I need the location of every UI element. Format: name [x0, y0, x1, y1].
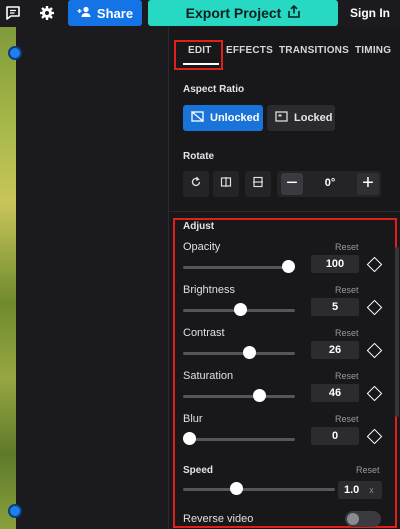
opacity-slider-track[interactable]: [183, 266, 295, 269]
unlocked-button[interactable]: Unlocked: [183, 105, 263, 131]
panel-tabs: EDIT EFFECTS TRANSITIONS TIMING: [169, 27, 400, 70]
flip-horizontal-button[interactable]: [213, 171, 239, 197]
chat-icon[interactable]: [4, 4, 22, 22]
speed-unit: x: [369, 485, 374, 495]
adjust-title: Adjust: [183, 221, 215, 232]
speed-value: 1.0: [344, 484, 360, 496]
lock-ratio-icon: [275, 111, 288, 125]
canvas-background: [16, 27, 168, 529]
speed-slider-track[interactable]: [183, 488, 335, 491]
reverse-video-label: Reverse video: [183, 513, 254, 525]
rotation-value[interactable]: 0°: [317, 177, 343, 189]
flip-vertical-icon: [252, 175, 264, 193]
brightness-reset-button[interactable]: Reset: [335, 285, 359, 295]
rotate-icon: [190, 175, 202, 193]
blur-label: Blur: [183, 413, 203, 425]
opacity-reset-button[interactable]: Reset: [335, 242, 359, 252]
panel-scrollbar[interactable]: [395, 247, 399, 417]
saturation-label: Saturation: [183, 370, 234, 382]
blur-value-input[interactable]: 0: [311, 427, 359, 445]
brightness-value-input[interactable]: 5: [311, 298, 359, 316]
flip-horizontal-icon: [220, 175, 232, 193]
rotate-increase-button[interactable]: +: [355, 171, 381, 197]
locked-label: Locked: [294, 112, 333, 124]
unlock-icon: [191, 111, 204, 125]
contrast-reset-button[interactable]: Reset: [335, 328, 359, 338]
resize-handle-top[interactable]: [8, 46, 22, 60]
reverse-video-toggle[interactable]: [345, 511, 381, 527]
flip-vertical-button[interactable]: [245, 171, 271, 197]
section-divider: [169, 211, 400, 212]
video-canvas[interactable]: [0, 27, 16, 529]
locked-button[interactable]: Locked: [267, 105, 335, 131]
rotation-stepper: − 0° +: [277, 171, 381, 197]
opacity-slider-knob[interactable]: [282, 260, 295, 273]
opacity-value-input[interactable]: 100: [311, 255, 359, 273]
export-project-button[interactable]: Export Project: [148, 0, 338, 26]
tab-timing[interactable]: TIMING: [355, 45, 391, 56]
blur-slider-knob[interactable]: [183, 432, 196, 445]
rotate-decrease-button[interactable]: −: [279, 171, 305, 197]
rotate-title: Rotate: [183, 151, 215, 162]
contrast-value-input[interactable]: 26: [311, 341, 359, 359]
contrast-slider-track[interactable]: [183, 352, 295, 355]
aspect-ratio-title: Aspect Ratio: [183, 84, 245, 95]
contrast-label: Contrast: [183, 327, 225, 339]
toggle-knob: [347, 513, 359, 525]
opacity-label: Opacity: [183, 241, 221, 253]
share-out-icon: [288, 4, 301, 21]
top-bar: Share Export Project Sign In: [0, 0, 400, 27]
gear-icon[interactable]: [38, 4, 56, 22]
export-label: Export Project: [185, 5, 282, 21]
add-user-icon: [77, 6, 91, 21]
rotate-button[interactable]: [183, 171, 209, 197]
blur-slider-track[interactable]: [183, 438, 295, 441]
brightness-label: Brightness: [183, 284, 235, 296]
saturation-reset-button[interactable]: Reset: [335, 371, 359, 381]
share-label: Share: [96, 5, 134, 21]
speed-title: Speed: [183, 465, 214, 476]
unlocked-label: Unlocked: [210, 112, 260, 124]
highlight-box-edit-tab: [174, 40, 223, 70]
speed-reset-button[interactable]: Reset: [356, 465, 380, 475]
tab-effects[interactable]: EFFECTS: [226, 45, 273, 56]
edit-panel: EDIT EFFECTS TRANSITIONS TIMING Aspect R…: [168, 27, 400, 529]
resize-handle-bottom[interactable]: [8, 504, 22, 518]
blur-reset-button[interactable]: Reset: [335, 414, 359, 424]
saturation-slider-track[interactable]: [183, 395, 295, 398]
saturation-value-input[interactable]: 46: [311, 384, 359, 402]
speed-input[interactable]: 1.0 x: [338, 481, 382, 499]
tab-transitions[interactable]: TRANSITIONS: [279, 45, 349, 56]
share-button[interactable]: Share: [68, 0, 142, 26]
sign-in-link[interactable]: Sign In: [350, 6, 390, 20]
